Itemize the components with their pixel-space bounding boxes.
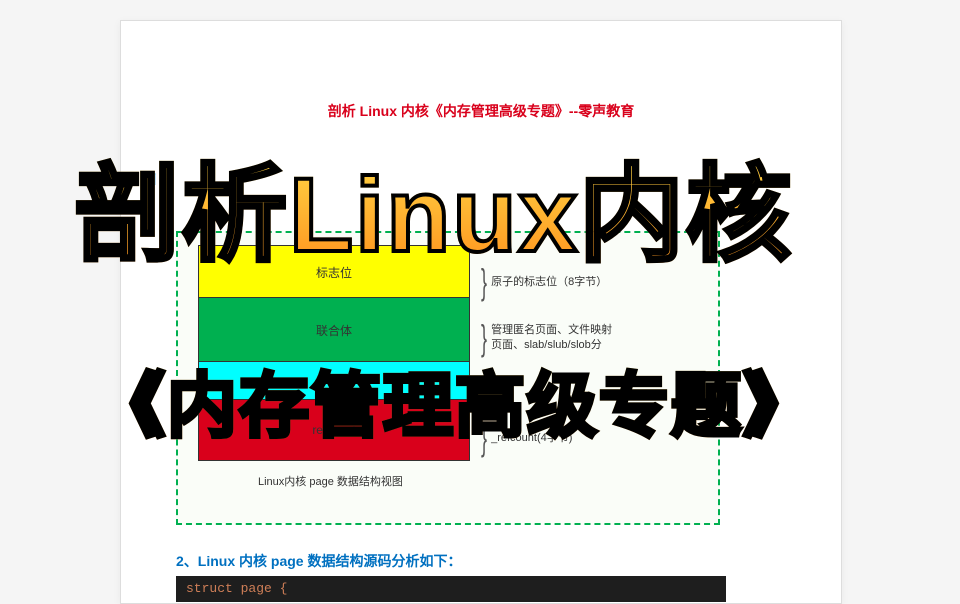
section-subtitle: 2、Linux 内核 page 数据结构源码分析如下：	[176, 551, 461, 571]
doc-title: 剖析 Linux 内核《内存管理高级专题》--零声教育	[121, 101, 841, 121]
annotation-2-text: 管理匿名页面、文件映射 页面、slab/slub/slob分	[491, 323, 612, 354]
overlay-title-1: 剖析Linux内核	[75, 130, 793, 282]
diagram-caption: Linux内核 page 数据结构视图	[258, 473, 403, 489]
document-page: 剖析 Linux 内核《内存管理高级专题》--零声教育 📄 标志位 联合体 re…	[120, 20, 842, 604]
overlay-title-2: 《内存管理高级专题》	[95, 350, 815, 451]
code-snippet: struct page {	[176, 576, 726, 602]
